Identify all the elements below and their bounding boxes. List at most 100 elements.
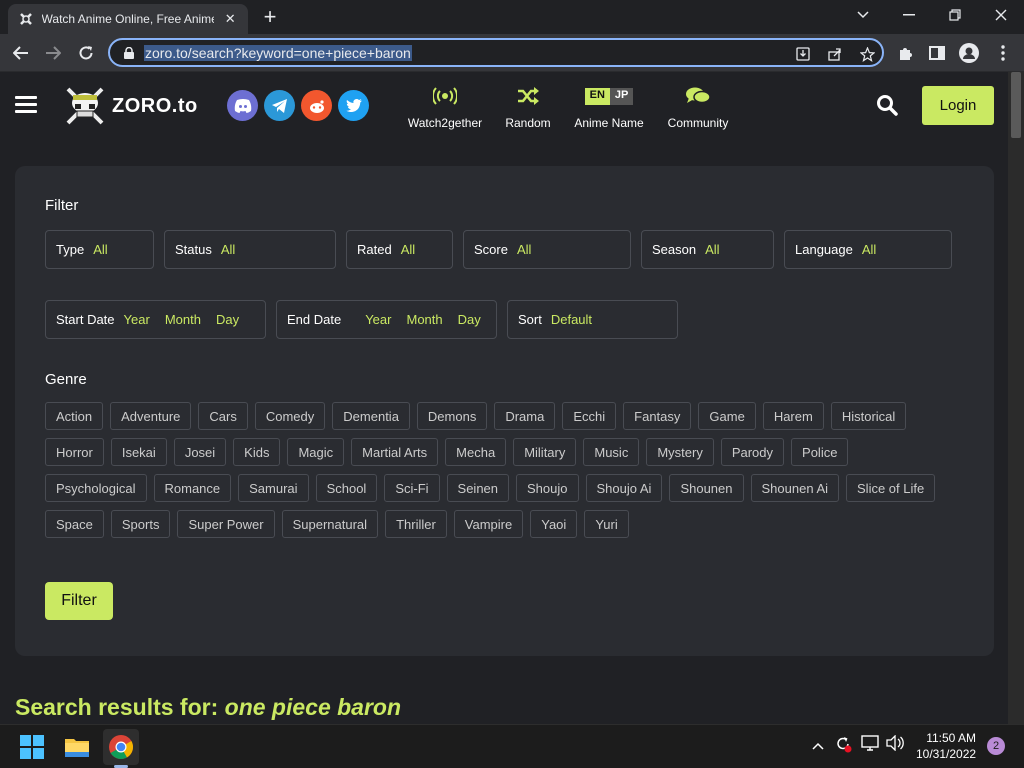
address-bar[interactable]: zoro.to/search?keyword=one+piece+baron: [108, 38, 884, 67]
genre-chip[interactable]: Isekai: [110, 438, 167, 466]
chrome-taskbar-icon[interactable]: [103, 729, 139, 765]
kebab-menu-icon[interactable]: [990, 40, 1016, 66]
genre-chip[interactable]: Drama: [494, 402, 556, 430]
chevron-up-icon[interactable]: [812, 737, 824, 753]
filter-rated-select[interactable]: Rated All: [346, 230, 453, 269]
genre-chip[interactable]: Music: [583, 438, 640, 466]
genre-chip[interactable]: Shounen: [669, 474, 744, 502]
genre-chip[interactable]: Sports: [110, 510, 171, 538]
genre-chip[interactable]: Shounen Ai: [750, 474, 840, 502]
genre-chip[interactable]: Sci-Fi: [384, 474, 440, 502]
genre-chip[interactable]: Romance: [153, 474, 232, 502]
close-window-icon[interactable]: [978, 0, 1024, 30]
extensions-puzzle-icon[interactable]: [893, 40, 919, 66]
url-text[interactable]: zoro.to/search?keyword=one+piece+baron: [144, 44, 412, 61]
profile-avatar-icon[interactable]: [956, 40, 982, 66]
search-icon[interactable]: [876, 94, 898, 116]
hamburger-menu-icon[interactable]: [15, 96, 37, 114]
genre-chip[interactable]: Police: [791, 438, 849, 466]
genre-chip[interactable]: Samurai: [238, 474, 309, 502]
volume-icon[interactable]: [886, 734, 904, 754]
en-jp-toggle[interactable]: EN JP: [584, 84, 634, 108]
genre-chip[interactable]: Ecchi: [562, 402, 617, 430]
genre-chip[interactable]: Magic: [287, 438, 345, 466]
filter-button[interactable]: Filter: [45, 582, 113, 620]
end-month-select[interactable]: Month: [406, 312, 442, 327]
install-app-icon[interactable]: [794, 45, 812, 63]
genre-chip[interactable]: Mecha: [445, 438, 507, 466]
side-panel-icon[interactable]: [924, 40, 950, 66]
genre-chip[interactable]: Mystery: [646, 438, 714, 466]
sort-select[interactable]: Sort Default: [507, 300, 678, 339]
genre-chip[interactable]: Military: [513, 438, 577, 466]
nav-random[interactable]: Random: [500, 84, 556, 130]
tab-close-icon[interactable]: ✕: [222, 11, 238, 27]
genre-chip[interactable]: Harem: [762, 402, 824, 430]
genre-chip[interactable]: Historical: [830, 402, 907, 430]
sync-alert-icon[interactable]: [834, 735, 852, 756]
genre-chip[interactable]: Shoujo Ai: [585, 474, 663, 502]
genre-chip[interactable]: Thriller: [385, 510, 447, 538]
genre-chip[interactable]: Cars: [198, 402, 248, 430]
new-tab-button[interactable]: +: [258, 5, 282, 29]
notification-badge[interactable]: 2: [987, 737, 1005, 755]
genre-chip[interactable]: Supernatural: [281, 510, 379, 538]
genre-chip[interactable]: Martial Arts: [351, 438, 439, 466]
nav-watch2gether[interactable]: Watch2gether: [404, 84, 486, 130]
genre-chip[interactable]: Vampire: [453, 510, 524, 538]
filter-score-select[interactable]: Score All: [463, 230, 631, 269]
nav-anime-name[interactable]: EN JP Anime Name: [570, 84, 648, 130]
start-day-select[interactable]: Day: [216, 312, 239, 327]
start-date-select[interactable]: Start Date Year Month Day: [45, 300, 266, 339]
page-scrollbar[interactable]: [1008, 72, 1024, 724]
genre-chip[interactable]: Demons: [416, 402, 488, 430]
windows-start-icon[interactable]: [14, 729, 50, 765]
genre-chip[interactable]: Psychological: [45, 474, 147, 502]
genre-chip[interactable]: Yuri: [584, 510, 629, 538]
end-day-select[interactable]: Day: [458, 312, 481, 327]
genre-chip[interactable]: Horror: [45, 438, 104, 466]
filter-type-select[interactable]: Type All: [45, 230, 154, 269]
genre-chip[interactable]: Space: [45, 510, 104, 538]
reload-icon[interactable]: [73, 40, 99, 66]
minimize-icon[interactable]: [886, 0, 932, 30]
genre-chip[interactable]: Kids: [233, 438, 281, 466]
start-year-select[interactable]: Year: [124, 312, 150, 327]
genre-chip[interactable]: Adventure: [110, 402, 192, 430]
filter-status-select[interactable]: Status All: [164, 230, 336, 269]
genre-chip[interactable]: Super Power: [177, 510, 275, 538]
bookmark-star-icon[interactable]: [858, 45, 876, 63]
genre-chip[interactable]: Game: [698, 402, 756, 430]
filter-language-select[interactable]: Language All: [784, 230, 952, 269]
network-icon[interactable]: [861, 735, 879, 754]
genre-chip[interactable]: School: [315, 474, 378, 502]
reddit-icon[interactable]: [301, 90, 332, 121]
genre-chip[interactable]: Seinen: [446, 474, 510, 502]
system-clock[interactable]: 11:50 AM 10/31/2022: [916, 730, 976, 762]
genre-chip[interactable]: Parody: [720, 438, 785, 466]
login-button[interactable]: Login: [922, 86, 994, 125]
share-icon[interactable]: [826, 45, 844, 63]
genre-chip[interactable]: Dementia: [332, 402, 410, 430]
genre-chip[interactable]: Fantasy: [623, 402, 692, 430]
telegram-icon[interactable]: [264, 90, 295, 121]
genre-chip[interactable]: Action: [45, 402, 104, 430]
back-arrow-icon[interactable]: [8, 40, 34, 66]
tab-search-icon[interactable]: [840, 0, 886, 30]
genre-chip[interactable]: Slice of Life: [846, 474, 936, 502]
forward-arrow-icon[interactable]: [40, 40, 66, 66]
lang-en[interactable]: EN: [584, 87, 610, 105]
start-month-select[interactable]: Month: [165, 312, 201, 327]
nav-community[interactable]: Community: [662, 84, 734, 130]
lang-jp[interactable]: JP: [609, 87, 634, 105]
scrollbar-thumb[interactable]: [1011, 72, 1021, 138]
filter-season-select[interactable]: Season All: [641, 230, 774, 269]
genre-chip[interactable]: Shoujo: [516, 474, 579, 502]
browser-tab[interactable]: Watch Anime Online, Free Anime ✕: [8, 4, 248, 34]
end-year-select[interactable]: Year: [365, 312, 391, 327]
file-explorer-icon[interactable]: [59, 729, 95, 765]
twitter-icon[interactable]: [338, 90, 369, 121]
genre-chip[interactable]: Comedy: [254, 402, 326, 430]
end-date-select[interactable]: End Date Year Month Day: [276, 300, 497, 339]
discord-icon[interactable]: [227, 90, 258, 121]
